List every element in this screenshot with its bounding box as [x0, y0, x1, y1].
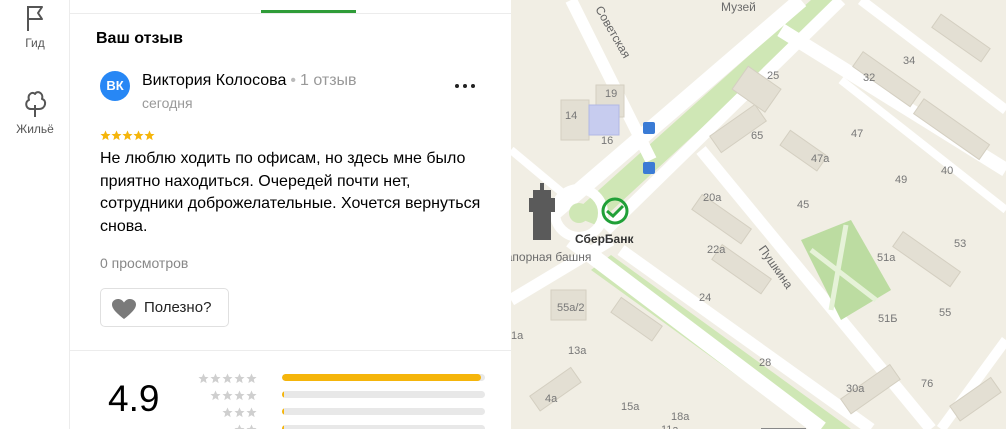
- building-number: 11а: [661, 424, 679, 429]
- bus-stop-icon: [643, 162, 655, 174]
- map-landmark-label[interactable]: Водонапорная башня: [511, 250, 591, 264]
- distribution-bar: [282, 408, 485, 415]
- building-number: 34: [903, 55, 916, 67]
- useful-label: Полезно?: [144, 299, 212, 316]
- building-number: 76: [921, 378, 934, 390]
- nav-item-housing[interactable]: Жильё: [0, 88, 70, 136]
- distribution-stars: [198, 371, 258, 384]
- building-number: 51Б: [878, 313, 898, 325]
- author-review-count: 1 отзыв: [299, 72, 357, 89]
- distribution-stars: [198, 388, 258, 401]
- review-panel: Ваш отзыв ВК Виктория Колосова • 1 отзыв с…: [70, 0, 511, 429]
- star-icon: [144, 128, 155, 145]
- review-date: сегодня: [142, 95, 193, 111]
- building-number: 15а: [621, 401, 640, 413]
- building-number: 65: [751, 130, 764, 142]
- building-number: 32: [863, 72, 876, 84]
- bus-stop-icon: [643, 122, 655, 134]
- building-number: 4а: [545, 393, 558, 405]
- building-number: 20а: [703, 192, 722, 204]
- building-number: 25: [767, 70, 780, 82]
- star-icon: [122, 128, 133, 145]
- separator-dot: •: [290, 72, 296, 89]
- building-number: 18а: [671, 411, 690, 423]
- useful-button[interactable]: Полезно?: [100, 288, 229, 327]
- building-number: 40: [941, 165, 954, 177]
- distribution-bar-fill: [282, 374, 481, 381]
- building-number: 30а: [846, 383, 865, 395]
- building-number: 49: [895, 174, 908, 186]
- building-number: 19: [605, 88, 618, 100]
- nav-rail: Гид Жильё: [0, 0, 70, 429]
- star-icon: [111, 128, 122, 145]
- distribution-bar-fill: [282, 391, 284, 398]
- more-options-button[interactable]: [452, 75, 478, 95]
- review-text: Не люблю ходить по офисам, но здесь мне …: [100, 150, 481, 235]
- building-number: 45: [797, 199, 810, 211]
- building-number: 24: [699, 292, 712, 304]
- map-poi-label[interactable]: СберБанк: [575, 232, 633, 246]
- more-dot-icon: [471, 84, 475, 88]
- distribution-stars: [198, 422, 258, 429]
- distribution-stars: [198, 405, 258, 418]
- nav-item-housing-label: Жильё: [16, 122, 54, 136]
- distribution-bar-fill: [282, 408, 284, 415]
- active-tab-indicator: [261, 10, 356, 13]
- nav-item-guide-label: Гид: [25, 36, 45, 50]
- distribution-bar: [282, 425, 485, 429]
- author-name[interactable]: Виктория Колосова: [142, 72, 286, 89]
- building-number: 16: [601, 135, 614, 147]
- map-museum-label[interactable]: Музей: [721, 0, 756, 14]
- building-number: 22а: [707, 244, 726, 256]
- review-author: Виктория Колосова • 1 отзыв: [142, 72, 357, 90]
- building-number: 47а: [811, 153, 830, 165]
- flag-icon: [27, 6, 43, 31]
- building-number: 55: [939, 307, 952, 319]
- section-title: Ваш отзыв: [96, 30, 183, 47]
- building-number: 51а: [877, 252, 896, 264]
- building-number: 47: [851, 128, 864, 140]
- building-number: 14: [565, 110, 578, 122]
- rating-value: 4.9: [108, 378, 160, 419]
- distribution-bar-fill: [282, 425, 284, 429]
- building-number: 13а: [568, 345, 587, 357]
- distribution-bar: [282, 391, 485, 398]
- nav-item-guide[interactable]: Гид: [0, 4, 70, 50]
- building-number: 53: [954, 238, 967, 250]
- star-icon: [100, 128, 111, 145]
- building-number: 28: [759, 357, 772, 369]
- map[interactable]: СберБанк Водонапорная башня Музей Советс…: [511, 0, 1006, 429]
- tab-divider: [70, 13, 511, 14]
- avatar[interactable]: ВК: [100, 71, 130, 101]
- building-number: 55а/2: [557, 302, 585, 314]
- review-rating-stars: [100, 128, 155, 141]
- review-views: 0 просмотров: [100, 255, 189, 271]
- more-dot-icon: [463, 84, 467, 88]
- star-icon: [133, 128, 144, 145]
- more-dot-icon: [455, 84, 459, 88]
- app-root: Гид Жильё Ваш отзыв ВК Виктория Колосова…: [0, 0, 1006, 429]
- distribution-bar: [282, 374, 485, 381]
- tree-icon: [25, 91, 47, 117]
- heart-icon: [112, 299, 136, 319]
- section-divider: [70, 350, 511, 351]
- building-number: 1а: [511, 330, 524, 342]
